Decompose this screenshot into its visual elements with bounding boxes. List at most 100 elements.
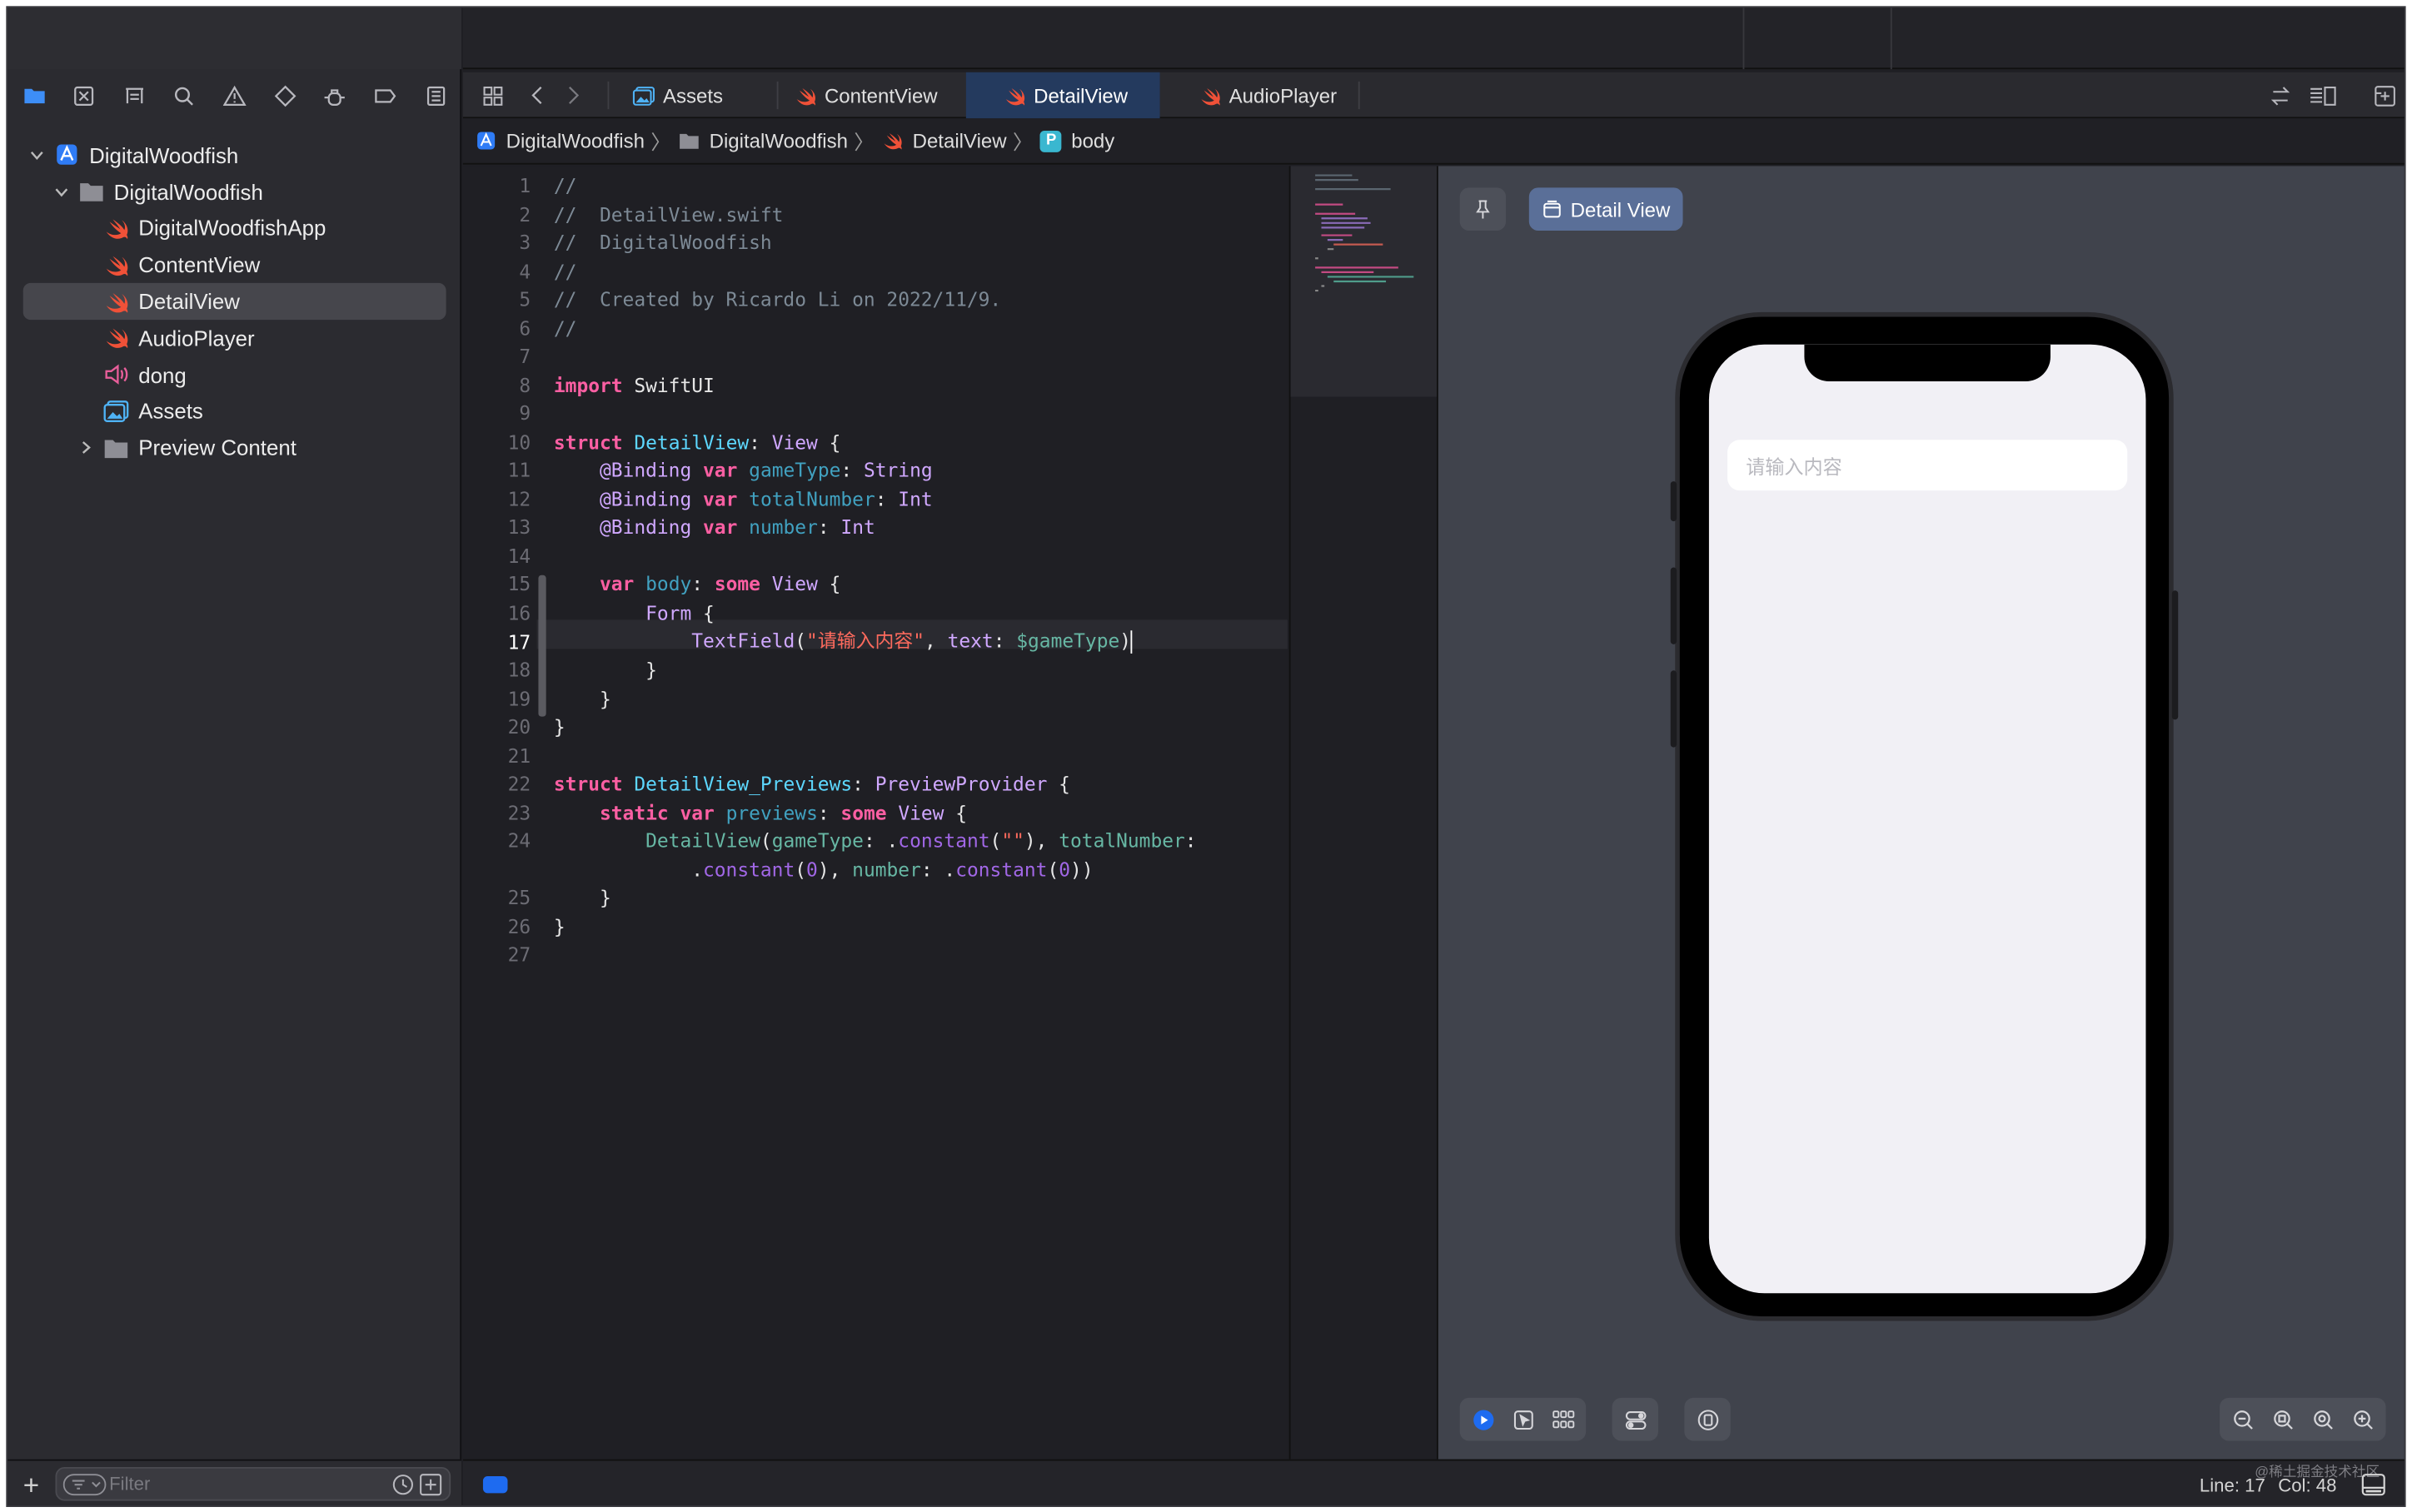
swap-editors-icon[interactable] — [2263, 78, 2297, 112]
code-line: import SwiftUI — [553, 372, 715, 396]
tree-row-file[interactable]: ContentView — [7, 246, 461, 283]
sidebar-titlebar — [7, 7, 462, 70]
tab-contentview[interactable]: ContentView — [779, 72, 964, 118]
code-line: @Binding var gameType: String — [600, 458, 933, 482]
code-line: @Binding var totalNumber: Int — [600, 486, 933, 510]
breadcrumb-project[interactable]: DigitalWoodfish — [476, 129, 645, 152]
tree-label: AudioPlayer — [138, 326, 255, 351]
code-lines[interactable]: // // DetailView.swift // DigitalWoodfis… — [554, 166, 1288, 1459]
line-number: 23 — [507, 800, 531, 824]
line-indicator: Line: 17 — [2199, 1475, 2265, 1497]
iphone-device-frame — [1670, 311, 2179, 1321]
filter-options-icon[interactable] — [62, 1473, 107, 1496]
code-line: var body: some View { — [600, 572, 841, 595]
selectable-mode-button[interactable] — [1506, 1402, 1540, 1436]
preview-device-group — [1684, 1397, 1731, 1441]
add-editor-icon[interactable] — [2367, 78, 2401, 112]
editor-tab-bar: Assets ContentView DetailView AudioPlaye… — [462, 72, 2405, 119]
tree-row-folder[interactable]: DigitalWoodfish — [7, 173, 461, 210]
breakpoint-icon[interactable] — [368, 78, 402, 112]
zoom-in-button[interactable] — [2346, 1402, 2380, 1436]
line-number: 26 — [507, 913, 531, 938]
tree-row-file[interactable]: DigitalWoodfishApp — [7, 210, 461, 246]
recent-files-icon[interactable] — [391, 1473, 416, 1496]
line-number: 21 — [507, 743, 531, 767]
code-fold-ribbon[interactable] — [538, 574, 546, 717]
code-editor[interactable]: 1 2 3 4 5 6 7 8 9 10 11 12 13 14 15 16 17 18 19 20 21 22 23 24 2… — [462, 166, 1288, 1460]
search-icon[interactable] — [167, 78, 202, 112]
tab-separator — [1358, 81, 1360, 110]
back-chevron-icon[interactable] — [521, 78, 556, 112]
preview-text-input[interactable] — [1746, 451, 2110, 480]
debug-area-indicator[interactable] — [482, 1476, 508, 1494]
tree-row-project[interactable]: DigitalWoodfish — [7, 137, 461, 173]
swift-icon — [884, 133, 903, 150]
test-icon[interactable] — [268, 78, 302, 112]
tree-row-file[interactable]: AudioPlayer — [7, 320, 461, 356]
chevron-right-icon: 〉 — [650, 130, 671, 154]
phone-side-button — [1670, 481, 1677, 522]
warning-icon[interactable] — [217, 78, 252, 112]
breadcrumb-label: DetailView — [912, 129, 1007, 152]
chevron-right-icon[interactable] — [78, 440, 93, 455]
add-file-button[interactable]: + — [23, 1470, 39, 1501]
tab-detailview[interactable]: DetailView — [965, 72, 1160, 119]
line-number: 7 — [519, 344, 531, 368]
folder-icon — [80, 183, 103, 202]
device-settings-button[interactable] — [1618, 1402, 1652, 1436]
breadcrumb-file[interactable]: DetailView — [882, 129, 1007, 152]
line-number: 19 — [507, 686, 531, 710]
debug-panel-toggle-icon[interactable] — [2361, 1473, 2386, 1496]
tree-row-file-selected[interactable]: DetailView — [22, 283, 446, 321]
symbol-icon[interactable] — [117, 78, 152, 112]
tree-row-file[interactable]: Assets — [7, 393, 461, 430]
chevron-down-icon[interactable] — [54, 184, 69, 199]
chevron-down-icon[interactable] — [29, 147, 44, 162]
editor-options-icon[interactable] — [2306, 78, 2340, 112]
variants-button[interactable] — [1546, 1402, 1580, 1436]
swift-icon — [106, 219, 128, 239]
source-control-icon[interactable] — [67, 78, 102, 112]
breadcrumb-label: DigitalWoodfish — [709, 129, 849, 152]
grid-variants-icon — [1552, 1410, 1574, 1428]
zoom-fit-button[interactable] — [2265, 1402, 2300, 1436]
report-icon[interactable] — [418, 78, 452, 112]
line-number: 24 — [507, 828, 531, 853]
tree-row-file[interactable]: dong — [7, 356, 461, 393]
pin-preview-button[interactable] — [1459, 187, 1507, 231]
code-line: } — [553, 686, 611, 710]
phone-side-button — [1670, 670, 1677, 748]
line-number: 22 — [507, 772, 531, 795]
preview-chip-label: Detail View — [1570, 197, 1671, 221]
breadcrumb-symbol[interactable]: P body — [1040, 129, 1114, 152]
tab-assets[interactable]: Assets — [617, 72, 777, 118]
filter-input[interactable] — [109, 1471, 371, 1497]
tree-label: DigitalWoodfishApp — [138, 216, 326, 241]
filter-field[interactable] — [55, 1466, 451, 1501]
zoom-out-button[interactable] — [2225, 1402, 2260, 1436]
live-preview-button[interactable] — [1466, 1402, 1500, 1436]
source-control-filter-icon[interactable] — [418, 1473, 443, 1496]
minimap[interactable] — [1288, 166, 1438, 1460]
zoom-fit-icon — [2273, 1410, 2292, 1429]
chevron-right-icon: 〉 — [1013, 130, 1034, 154]
preview-device-button[interactable] — [1691, 1402, 1725, 1436]
tree-label: Assets — [138, 399, 203, 424]
zoom-out-icon — [2233, 1410, 2252, 1429]
grid-icon[interactable] — [476, 78, 510, 112]
breadcrumb-folder[interactable]: DigitalWoodfish — [679, 129, 848, 152]
status-bar: @稀土掘金技术社区 Line: 17 Col: 48 — [462, 1459, 2405, 1506]
line-number — [463, 856, 531, 884]
code-line: // — [553, 173, 577, 197]
forward-chevron-icon[interactable] — [556, 78, 590, 112]
preview-mode-controls — [1459, 1397, 1587, 1441]
preview-text-field[interactable] — [1727, 440, 2128, 491]
line-number: 27 — [507, 943, 531, 966]
zoom-actual-button[interactable] — [2306, 1402, 2340, 1436]
phone-screen — [1708, 344, 2146, 1294]
debug-icon[interactable] — [318, 78, 352, 112]
preview-selector-button[interactable]: Detail View — [1528, 187, 1683, 231]
tab-audioplayer[interactable]: AudioPlayer — [1160, 72, 1357, 118]
tree-row-folder[interactable]: Preview Content — [7, 430, 461, 466]
folder-icon[interactable] — [17, 78, 51, 112]
